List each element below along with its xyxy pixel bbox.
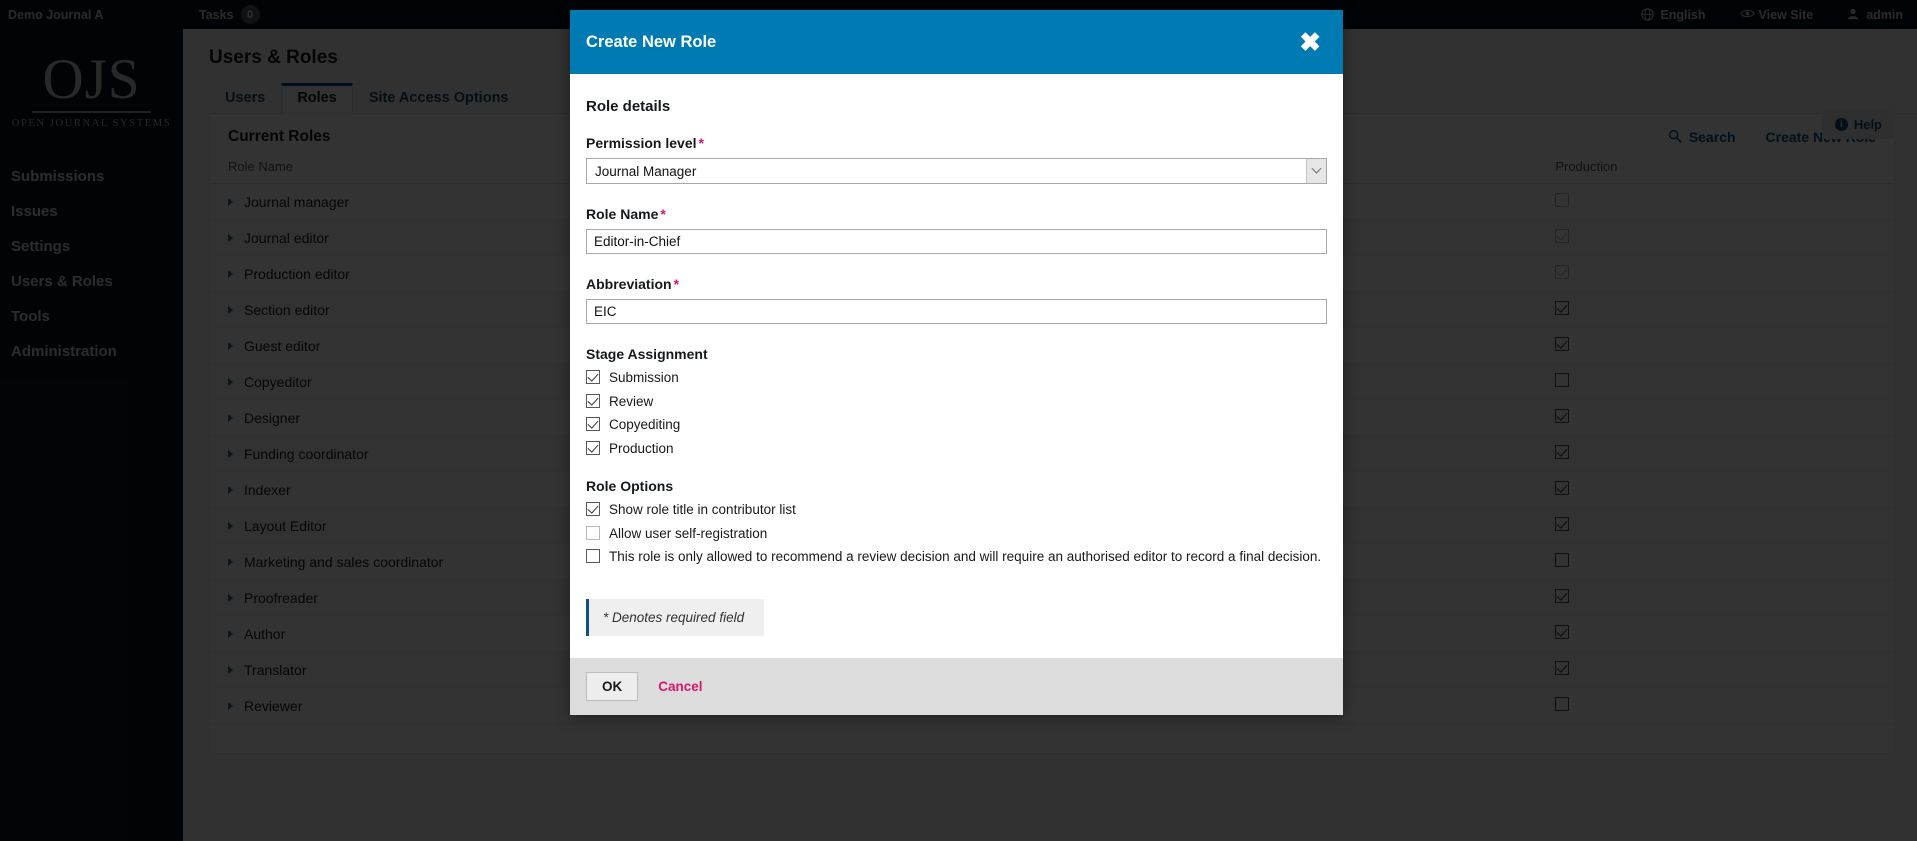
abbreviation-label: Abbreviation * — [586, 276, 1327, 292]
stage-option-row: Production — [586, 439, 1327, 459]
stage-option-label[interactable]: Review — [609, 392, 653, 412]
required-marker: * — [673, 276, 680, 292]
role-options-title: Role Options — [586, 478, 674, 495]
stage-option-label[interactable]: Submission — [609, 368, 679, 388]
permission-level-field: Permission level * Journal Manager — [586, 135, 1327, 184]
abbreviation-field: Abbreviation * — [586, 276, 1327, 324]
role-details-heading: Role details — [586, 98, 671, 115]
permission-level-select[interactable]: Journal Manager — [586, 158, 1327, 184]
stage-option-checkbox[interactable] — [586, 417, 600, 432]
role-option-checkbox[interactable] — [586, 549, 600, 564]
role-option-label[interactable]: Allow user self-registration — [609, 524, 767, 544]
stage-option-checkbox[interactable] — [586, 393, 600, 408]
ok-button[interactable]: OK — [586, 671, 639, 701]
stage-option-row: Review — [586, 392, 1327, 412]
role-option-label[interactable]: Show role title in contributor list — [609, 500, 796, 520]
create-new-role-modal: Create New Role ✖ Role details Permissio… — [570, 10, 1343, 715]
stage-option-row: Copyediting — [586, 415, 1327, 435]
role-option-row: Allow user self-registration — [586, 524, 1327, 544]
abbreviation-input[interactable] — [586, 299, 1327, 324]
modal-body: Role details Permission level * Journal M… — [570, 74, 1343, 658]
modal-header: Create New Role ✖ — [570, 10, 1343, 74]
stage-assignment-title: Stage Assignment — [586, 346, 708, 362]
modal-title: Create New Role — [586, 32, 717, 51]
stage-assignment-group: Stage Assignment Submission Review Copyedi… — [586, 346, 1327, 458]
role-option-label[interactable]: This role is only allowed to recommend a… — [609, 547, 1321, 567]
role-name-field: Role Name * — [586, 206, 1327, 254]
role-option-row: Show role title in contributor list — [586, 500, 1327, 520]
close-icon[interactable]: ✖ — [1299, 29, 1321, 55]
chevron-down-icon[interactable] — [1306, 159, 1326, 183]
permission-level-label: Permission level * — [586, 135, 1327, 151]
cancel-button[interactable]: Cancel — [658, 679, 702, 694]
required-marker: * — [698, 135, 704, 151]
stage-option-checkbox[interactable] — [586, 370, 600, 384]
required-marker: * — [660, 206, 666, 222]
permission-level-value: Journal Manager — [595, 163, 697, 179]
stage-option-label[interactable]: Production — [609, 439, 674, 459]
stage-assignment-options: Submission Review Copyediting Production — [586, 368, 1327, 458]
modal-footer: OK Cancel — [570, 657, 1343, 715]
role-options-group: Role Options Show role title in contribu… — [586, 478, 1327, 567]
role-name-input[interactable] — [586, 229, 1327, 254]
role-name-label: Role Name * — [586, 206, 1327, 222]
stage-option-checkbox[interactable] — [586, 440, 600, 455]
stage-option-label[interactable]: Copyediting — [609, 415, 680, 435]
app-root: Demo Journal A OJS OPEN JOURNAL SYSTEMS … — [0, 0, 1917, 841]
role-option-checkbox[interactable] — [586, 525, 600, 540]
role-option-row: This role is only allowed to recommend a… — [586, 547, 1327, 567]
role-options-list: Show role title in contributor list Allow… — [586, 500, 1327, 567]
required-field-note: * Denotes required field — [586, 598, 765, 636]
stage-option-row: Submission — [586, 368, 1327, 388]
role-option-checkbox[interactable] — [586, 502, 600, 517]
role-name-label-text: Role Name — [586, 206, 659, 222]
abbreviation-label-text: Abbreviation — [586, 276, 672, 292]
permission-level-label-text: Permission level — [586, 135, 697, 151]
